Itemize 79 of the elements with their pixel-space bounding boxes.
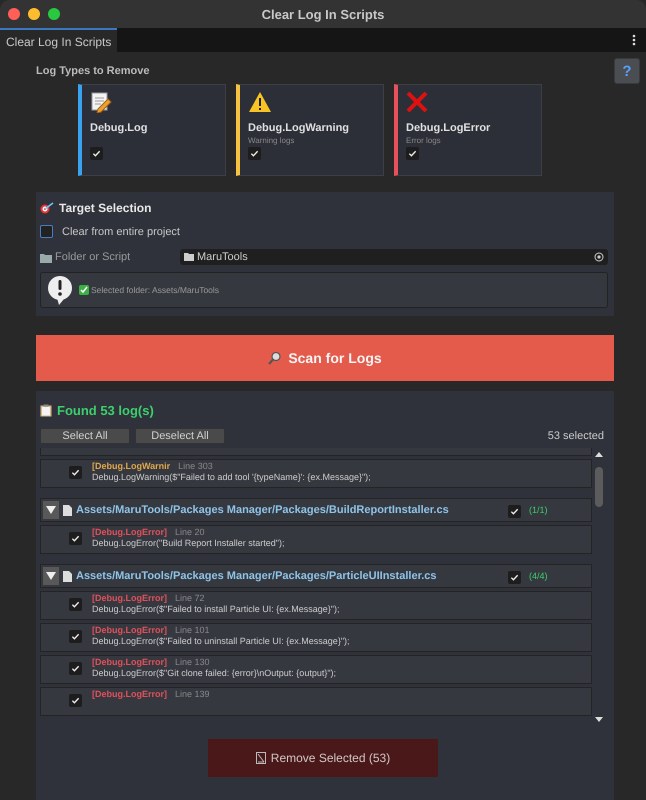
select-all-button[interactable]: Select All: [40, 428, 130, 444]
scroll-up-icon[interactable]: [595, 452, 603, 457]
log-count: (4/4): [529, 571, 548, 581]
checkbox[interactable]: [69, 662, 82, 675]
log-count: (1/1): [529, 505, 548, 515]
caret-icon: [46, 572, 56, 580]
magnifier-icon: [268, 351, 282, 365]
object-picker-icon[interactable]: [594, 252, 604, 262]
section-heading: Log Types to Remove: [36, 65, 150, 77]
dart-target-icon: [40, 202, 54, 214]
section-heading: Target Selection: [59, 201, 152, 215]
foldout-toggle[interactable]: [43, 567, 59, 585]
checkbox-label: Clear from entire project: [62, 226, 180, 238]
line-number: Line 72: [175, 593, 205, 603]
remove-selected-button[interactable]: Remove Selected (53): [208, 739, 438, 777]
scrollbar-thumb[interactable]: [595, 467, 603, 507]
line-number: Line 303: [178, 461, 213, 471]
field-label: Folder or Script: [55, 251, 130, 263]
close-button[interactable]: [8, 8, 20, 20]
selected-count: 53 selected: [548, 430, 604, 442]
checkbox[interactable]: [69, 598, 82, 611]
file-icon: [63, 504, 72, 516]
notepad-pencil-icon: [90, 91, 112, 113]
log-type-tag: [Debug.LogError]: [92, 657, 167, 667]
log-type-name: Debug.Log: [90, 122, 148, 134]
trash-icon: [256, 752, 266, 764]
log-type-tag: [Debug.LogWarnir: [92, 461, 170, 471]
log-type-tag: [Debug.LogError]: [92, 593, 167, 603]
warning-icon: [248, 91, 272, 113]
foldout-toggle[interactable]: [43, 501, 59, 519]
log-code: Debug.LogWarning($"Failed to add tool '{typeName}': {ex.Message}");: [92, 472, 371, 482]
maximize-button[interactable]: [48, 8, 60, 20]
log-code: Debug.LogError($"Failed to uninstall Particle UI: {ex.Message}");: [92, 636, 350, 646]
info-text: Selected folder: Assets/MaruTools: [91, 285, 220, 295]
clipboard-icon: [40, 404, 52, 417]
file-path: Assets/MaruTools/Packages Manager/Packages/BuildReportInstaller.cs: [76, 504, 450, 516]
more-options-icon[interactable]: [632, 34, 636, 46]
results-heading: Found 53 log(s): [57, 403, 154, 418]
line-number: Line 20: [175, 527, 205, 537]
log-type-tag: [Debug.LogError]: [92, 625, 167, 635]
folder-icon: [40, 252, 52, 262]
window-title: Clear Log In Scripts: [262, 6, 384, 22]
scan-button[interactable]: Scan for Logs: [36, 335, 614, 381]
log-code: Debug.LogError("Build Report Installer started");: [92, 538, 284, 548]
file-path: Assets/MaruTools/Packages Manager/Packages/ParticleUIInstaller.cs: [76, 570, 438, 582]
log-type-tag: [Debug.LogError]: [92, 527, 167, 537]
help-button[interactable]: ?: [614, 58, 640, 84]
line-number: Line 139: [175, 689, 210, 699]
minimize-button[interactable]: [28, 8, 40, 20]
checkbox[interactable]: [69, 630, 82, 643]
checkbox[interactable]: [69, 694, 82, 707]
log-type-tag: [Debug.LogError]: [92, 689, 167, 699]
checkbox[interactable]: [248, 147, 261, 160]
checkbox[interactable]: [508, 504, 521, 518]
log-code: Debug.LogError($"Failed to install Particle UI: {ex.Message}");: [92, 604, 340, 614]
folder-icon: [184, 253, 194, 261]
check-mark-icon: [79, 285, 89, 295]
deselect-all-button[interactable]: Deselect All: [135, 428, 225, 444]
log-type-name: Debug.LogWarning: [248, 122, 350, 134]
scroll-down-icon[interactable]: [595, 717, 603, 722]
checkbox[interactable]: [69, 532, 82, 545]
log-code: Debug.LogError($"Git clone failed: {error}\nOutput: {output}");: [92, 668, 336, 678]
checkbox[interactable]: [40, 225, 53, 238]
file-header[interactable]: Assets/MaruTools/Packages Manager/Packages/BuildReportInstaller.cs (1/1): [40, 498, 592, 522]
line-number: Line 101: [175, 625, 210, 635]
caret-icon: [46, 506, 56, 514]
folder-field[interactable]: MaruTools: [180, 249, 608, 265]
log-type-description: Error logs: [406, 136, 442, 145]
cross-icon: [406, 91, 428, 113]
tab[interactable]: Clear Log In Scripts: [0, 28, 118, 52]
log-type-description: Warning logs: [248, 136, 296, 145]
file-header[interactable]: Assets/MaruTools/Packages Manager/Packages/ParticleUIInstaller.cs (4/4): [40, 564, 592, 588]
checkbox[interactable]: [406, 147, 419, 160]
file-icon: [63, 570, 72, 582]
line-number: Line 130: [175, 657, 210, 667]
checkbox[interactable]: [508, 570, 521, 584]
checkbox[interactable]: [69, 466, 82, 479]
log-type-name: Debug.LogError: [406, 122, 492, 134]
checkbox[interactable]: [90, 147, 103, 160]
